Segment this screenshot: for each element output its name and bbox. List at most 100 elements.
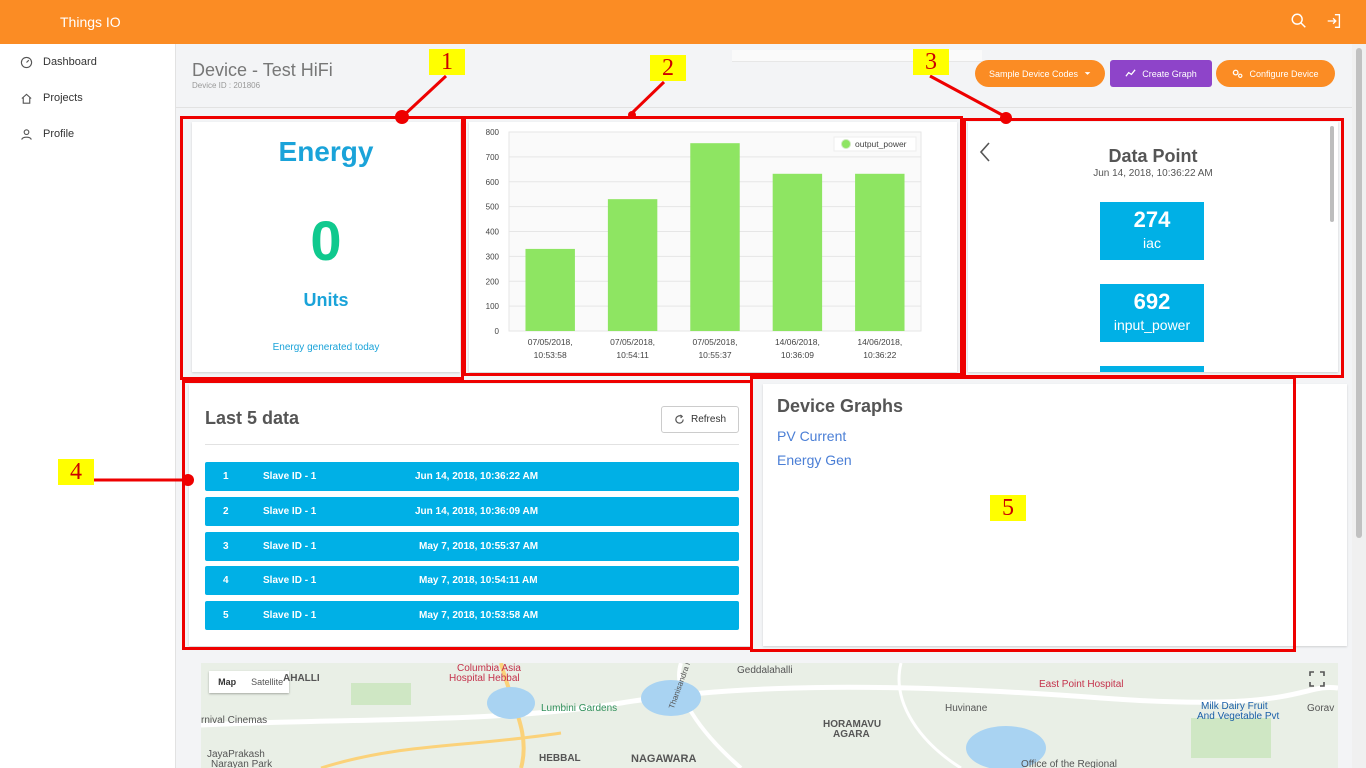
- annotation-marker-2: 2: [650, 55, 686, 81]
- y-tick-label: 700: [486, 153, 500, 162]
- last-5-title: Last 5 data: [205, 408, 300, 428]
- sidebar-item-label: Projects: [43, 92, 83, 104]
- top-bar: Things IO: [0, 0, 1366, 44]
- sidebar-item-profile[interactable]: Profile: [20, 124, 74, 144]
- page-title: Device - Test HiFi: [192, 60, 333, 80]
- map-label: Lumbini Gardens: [541, 703, 618, 714]
- energy-unit: Units: [303, 290, 349, 310]
- energy-note: Energy generated today: [272, 342, 380, 353]
- bar: [607, 199, 658, 331]
- row-index: 2: [223, 506, 229, 517]
- row-time: Jun 14, 2018, 10:36:09 AM: [415, 506, 539, 517]
- row-slave: Slave ID - 1: [263, 471, 317, 482]
- tile-label: input_power: [1113, 317, 1191, 333]
- search-icon[interactable]: [1290, 12, 1308, 30]
- sidebar-item-dashboard[interactable]: Dashboard: [20, 52, 97, 72]
- sidebar: Dashboard Projects Profile: [0, 44, 176, 768]
- bar: [525, 248, 575, 331]
- map-view[interactable]: Map Satellite AHALLI Columbia Asia Hospi…: [201, 663, 1338, 768]
- y-tick-label: 100: [486, 302, 500, 311]
- map-label: Gorav: [1307, 703, 1335, 714]
- annotation-marker-3: 3: [913, 49, 949, 75]
- map-label: AHALLI: [283, 673, 320, 684]
- row-index: 5: [223, 610, 229, 621]
- row-index: 1: [223, 471, 229, 482]
- annotation-dot: [1000, 112, 1012, 124]
- x-tick-label: 10:36:09: [781, 350, 814, 360]
- table-row[interactable]: 3 Slave ID - 1 May 7, 2018, 10:55:37 AM: [205, 532, 739, 561]
- data-point-tile: 692 input_power: [1100, 284, 1204, 342]
- x-tick-label: 10:54:11: [616, 350, 649, 360]
- map-label: Hospital Hebbal: [449, 673, 520, 684]
- data-point-card: Data Point Jun 14, 2018, 10:36:22 AM 274…: [968, 122, 1338, 372]
- x-tick-label: 14/06/2018,: [775, 337, 820, 347]
- user-icon: [21, 128, 32, 140]
- data-point-title: Data Point: [1108, 146, 1198, 166]
- scrollbar-thumb[interactable]: [1356, 48, 1362, 538]
- x-tick-label: 10:55:37: [698, 350, 731, 360]
- sidebar-item-projects[interactable]: Projects: [20, 88, 83, 108]
- row-slave: Slave ID - 1: [263, 541, 317, 552]
- x-tick-label: 14/06/2018,: [857, 337, 902, 347]
- page-scrollbar[interactable]: [1352, 44, 1366, 768]
- row-slave: Slave ID - 1: [263, 575, 317, 586]
- map-label: AGARA: [833, 729, 870, 740]
- home-icon: [21, 93, 32, 104]
- fullscreen-icon[interactable]: [1309, 671, 1325, 687]
- brand-name[interactable]: Things IO: [60, 14, 121, 30]
- annotation-marker-5: 5: [990, 495, 1026, 521]
- y-tick-label: 500: [486, 203, 500, 212]
- table-row[interactable]: 5 Slave ID - 1 May 7, 2018, 10:53:58 AM: [205, 601, 739, 630]
- annotation-marker-1: 1: [429, 49, 465, 75]
- output-power-chart-card: 0 100 200 300 400 500 600 700 800 07/05/2018, 10:5…: [469, 122, 957, 372]
- annotation-dot: [628, 111, 636, 119]
- bar: [772, 173, 823, 331]
- tile-value: 692: [1133, 289, 1171, 314]
- y-tick-label: 200: [486, 277, 500, 286]
- annotation-marker-4: 4: [58, 459, 94, 485]
- caret-down-icon: [1084, 72, 1091, 75]
- map-label: Narayan Park: [211, 759, 273, 768]
- device-graphs-title: Device Graphs: [777, 396, 904, 416]
- create-graph-button[interactable]: Create Graph: [1110, 60, 1212, 87]
- x-tick-label: 07/05/2018,: [528, 337, 573, 347]
- logout-icon[interactable]: [1325, 12, 1343, 30]
- sample-device-codes-button[interactable]: Sample Device Codes: [975, 60, 1105, 87]
- refresh-button[interactable]: Refresh: [661, 406, 739, 433]
- map-tab-map[interactable]: Map: [209, 671, 245, 693]
- legend-label: output_power: [855, 139, 907, 149]
- graph-link-energy-gen[interactable]: Energy Gen: [777, 452, 852, 468]
- x-tick-label: 10:36:22: [863, 350, 896, 360]
- table-row[interactable]: 4 Slave ID - 1 May 7, 2018, 10:54:11 AM: [205, 566, 739, 595]
- y-tick-label: 400: [486, 228, 500, 237]
- x-tick-label: 10:53:58: [534, 350, 567, 360]
- map-roads: [201, 663, 1338, 768]
- last-5-data-card: Last 5 data Refresh 1 Slave ID - 1 Jun 1…: [189, 384, 751, 646]
- map-label: NAGAWARA: [631, 753, 697, 765]
- map-label: Office of the Regional: [1021, 759, 1117, 768]
- table-row[interactable]: 1 Slave ID - 1 Jun 14, 2018, 10:36:22 AM: [205, 462, 739, 491]
- map-label: HEBBAL: [539, 753, 581, 764]
- output-power-chart: 0 100 200 300 400 500 600 700 800 07/05/2018, 10:5…: [486, 128, 922, 360]
- y-tick-label: 800: [486, 128, 500, 137]
- refresh-icon: [675, 414, 684, 424]
- x-tick-label: 07/05/2018,: [693, 337, 738, 347]
- line-chart-icon: [1125, 69, 1136, 77]
- map-label: rnival Cinemas: [201, 715, 268, 726]
- graph-link-pv-current[interactable]: PV Current: [777, 428, 846, 444]
- data-point-tile-partial: [1100, 366, 1204, 372]
- table-row[interactable]: 2 Slave ID - 1 Jun 14, 2018, 10:36:09 AM: [205, 497, 739, 526]
- energy-card: Energy 0 Units Energy generated today: [192, 122, 460, 372]
- button-label: Configure Device: [1249, 68, 1319, 79]
- y-tick-label: 0: [495, 327, 500, 336]
- map-label: And Vegetable Pvt: [1197, 711, 1280, 722]
- legend-swatch: [841, 139, 851, 149]
- row-time: May 7, 2018, 10:53:58 AM: [419, 610, 539, 621]
- gears-icon: [1233, 69, 1243, 78]
- tile-label: iac: [1143, 235, 1161, 251]
- configure-device-button[interactable]: Configure Device: [1216, 60, 1335, 87]
- card-scrollbar[interactable]: [1330, 126, 1334, 222]
- row-slave: Slave ID - 1: [263, 506, 317, 517]
- row-time: Jun 14, 2018, 10:36:22 AM: [415, 471, 539, 482]
- tile-value: 274: [1133, 207, 1171, 232]
